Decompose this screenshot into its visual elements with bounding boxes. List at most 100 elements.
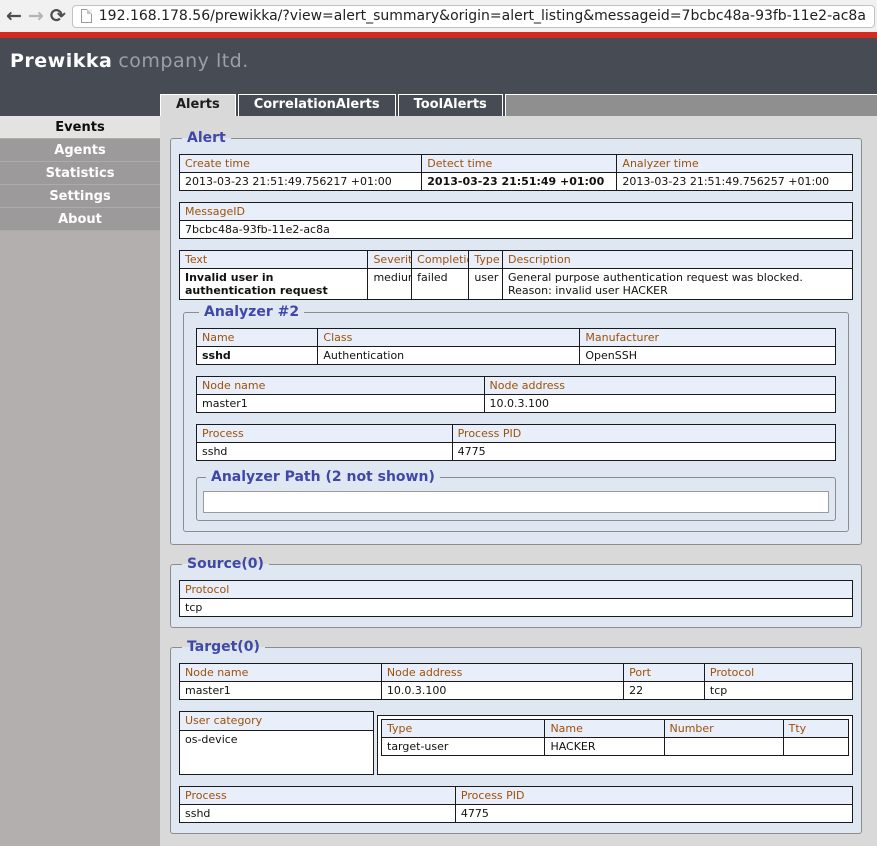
user-type-header: Type <box>382 720 545 738</box>
protocol-header: Protocol <box>180 581 853 599</box>
detect-time-header: Detect time <box>422 155 617 173</box>
user-category-header: User category <box>179 711 374 731</box>
alert-section: Alert Create time Detect time Analyzer t… <box>170 130 862 545</box>
target-node-address-value: 10.0.3.100 <box>381 682 623 700</box>
manufacturer-header: Manufacturer <box>580 329 836 347</box>
type-value: user <box>469 269 503 300</box>
app-brand: Prewikka company ltd. <box>10 50 249 72</box>
browser-chrome: ← → ⟳ 192.168.178.56/prewikka/?view=aler… <box>0 0 877 32</box>
user-type-value: target-user <box>382 738 545 756</box>
tab-filler <box>505 94 877 116</box>
type-header: Type <box>469 251 503 269</box>
description-header: Description <box>503 251 853 269</box>
content-area: Alert Create time Detect time Analyzer t… <box>160 116 877 846</box>
target-node-table: Node name Node address Port Protocol mas… <box>179 663 853 700</box>
messageid-value: 7bcbc48a-93fb-11e2-ac8a <box>180 221 853 239</box>
analyzer-legend: Analyzer #2 <box>199 304 304 320</box>
sidebar-item-about[interactable]: About <box>0 208 160 231</box>
user-tty-header: Tty <box>783 720 848 738</box>
target-user-detail: Type Name Number Tty target-user HACKER <box>377 711 853 775</box>
back-icon[interactable]: ← <box>6 3 22 29</box>
analyzer-info-table: Name Class Manufacturer sshd Authenticat… <box>196 328 836 365</box>
class-header: Class <box>318 329 580 347</box>
target-process-value: sshd <box>180 805 456 823</box>
protocol-value: tcp <box>180 599 853 617</box>
reload-icon[interactable]: ⟳ <box>50 3 66 29</box>
process-value: sshd <box>197 443 453 461</box>
node-address-value[interactable]: 10.0.3.100 <box>484 395 835 413</box>
user-name-value: HACKER <box>545 738 664 756</box>
node-name-value: master1 <box>197 395 485 413</box>
user-number-value <box>664 738 783 756</box>
sidebar-item-agents[interactable]: Agents <box>0 139 160 162</box>
description-value: General purpose authentication request w… <box>503 269 853 300</box>
target-process-pid-value: 4775 <box>455 805 852 823</box>
sidebar-item-statistics[interactable]: Statistics <box>0 162 160 185</box>
tab-correlationalerts[interactable]: CorrelationAlerts <box>238 94 396 116</box>
severity-header: Severity <box>368 251 412 269</box>
detect-time-value: 2013-03-23 21:51:49 +01:00 <box>422 173 617 191</box>
target-protocol-header: Protocol <box>704 664 852 682</box>
target-process-pid-header: Process PID <box>455 787 852 805</box>
target-process-header: Process <box>180 787 456 805</box>
target-user-block: User category os-device Type Name Number… <box>179 711 853 775</box>
node-address-header: Node address <box>484 377 835 395</box>
target-node-name-header: Node name <box>180 664 382 682</box>
target-process-table: Process Process PID sshd 4775 <box>179 786 853 823</box>
target-node-name-value: master1 <box>180 682 382 700</box>
tab-toolalerts[interactable]: ToolAlerts <box>398 94 503 116</box>
analyzer-time-value: 2013-03-23 21:51:49.756257 +01:00 <box>617 173 853 191</box>
node-name-header: Node name <box>197 377 485 395</box>
analyzer-path-empty <box>203 491 829 513</box>
target-port-value: 22 <box>624 682 705 700</box>
completion-header: Completion <box>412 251 469 269</box>
page-icon <box>81 9 92 23</box>
app-header: Prewikka company ltd. Alerts CorrelationA… <box>0 38 877 116</box>
severity-value: medium <box>368 269 412 300</box>
analyzer-node-table: Node name Node address master1 10.0.3.10… <box>196 376 836 413</box>
alert-times-table: Create time Detect time Analyzer time 20… <box>179 154 853 191</box>
tab-alerts[interactable]: Alerts <box>160 94 236 116</box>
source-protocol-table: Protocol tcp <box>179 580 853 617</box>
user-category-column: User category os-device <box>179 711 374 775</box>
messageid-header: MessageID <box>180 203 853 221</box>
user-tty-value <box>783 738 848 756</box>
source-legend: Source(0) <box>182 556 269 572</box>
user-name-header: Name <box>545 720 664 738</box>
alert-legend: Alert <box>182 130 231 146</box>
process-pid-header: Process PID <box>452 425 835 443</box>
user-category-value: os-device <box>179 731 374 775</box>
class-value: Authentication <box>318 347 580 365</box>
sidebar: Events Agents Statistics Settings About <box>0 116 160 846</box>
text-value: Invalid user in authentication request <box>180 269 368 300</box>
analyzer-path-legend: Analyzer Path (2 not shown) <box>206 469 440 485</box>
name-header: Name <box>197 329 318 347</box>
process-pid-value: 4775 <box>452 443 835 461</box>
tab-bar: Alerts CorrelationAlerts ToolAlerts <box>160 94 877 116</box>
target-user-table: Type Name Number Tty target-user HACKER <box>381 719 849 756</box>
target-protocol-value: tcp <box>704 682 852 700</box>
url-text[interactable]: 192.168.178.56/prewikka/?view=alert_summ… <box>99 8 866 24</box>
address-bar[interactable]: 192.168.178.56/prewikka/?view=alert_summ… <box>72 5 875 28</box>
analyzer-path-section: Analyzer Path (2 not shown) <box>196 469 836 521</box>
user-number-header: Number <box>664 720 783 738</box>
brand-name: Prewikka <box>10 50 112 72</box>
name-value: sshd <box>197 347 318 365</box>
brand-suffix: company ltd. <box>118 50 248 72</box>
sidebar-item-settings[interactable]: Settings <box>0 185 160 208</box>
manufacturer-value: OpenSSH <box>580 347 836 365</box>
process-header: Process <box>197 425 453 443</box>
target-section: Target(0) Node name Node address Port Pr… <box>170 639 862 834</box>
text-header: Text <box>180 251 368 269</box>
sidebar-item-events[interactable]: Events <box>0 116 160 139</box>
target-node-address-header: Node address <box>381 664 623 682</box>
messageid-table: MessageID 7bcbc48a-93fb-11e2-ac8a <box>179 202 853 239</box>
classification-table: Text Severity Completion Type Descriptio… <box>179 250 853 300</box>
source-section: Source(0) Protocol tcp <box>170 556 862 628</box>
create-time-header: Create time <box>180 155 422 173</box>
main-layout: Events Agents Statistics Settings About … <box>0 116 877 846</box>
analyzer-time-header: Analyzer time <box>617 155 853 173</box>
forward-icon[interactable]: → <box>28 3 44 29</box>
create-time-value: 2013-03-23 21:51:49.756217 +01:00 <box>180 173 422 191</box>
analyzer-section: Analyzer #2 Name Class Manufacturer sshd… <box>183 304 849 532</box>
